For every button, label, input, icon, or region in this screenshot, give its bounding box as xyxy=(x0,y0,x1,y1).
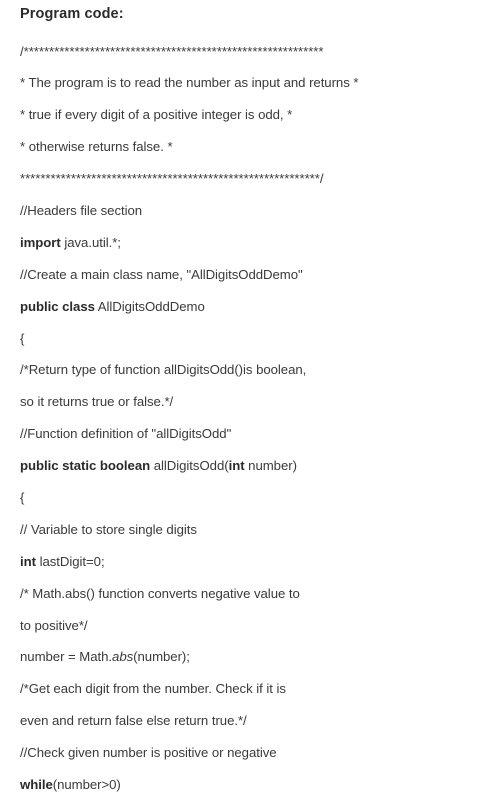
code-segment: public static boolean xyxy=(20,458,151,474)
code-line-comment-get-digit-1: /*Get each digit from the number. Check … xyxy=(20,673,482,705)
code-segment: int xyxy=(20,553,36,569)
code-segment: //Headers file section xyxy=(20,202,143,218)
code-segment: /* Math.abs() function converts negative… xyxy=(20,585,300,601)
code-segment: public class xyxy=(20,298,95,314)
code-segment: * otherwise returns false. * xyxy=(20,139,173,155)
code-segment: //Create a main class name, "AllDigitsOd… xyxy=(20,266,303,282)
code-segment: number) xyxy=(244,458,297,474)
code-line-assign-number-abs: number = Math.abs(number); xyxy=(20,641,482,673)
code-segment: ****************************************… xyxy=(23,43,324,59)
code-line-import-statement: import java.util.*; xyxy=(20,227,482,259)
code-segment: (number>0) xyxy=(52,776,121,792)
code-listing: /***************************************… xyxy=(20,36,482,801)
code-line-class-declaration: public class AllDigitsOddDemo xyxy=(20,291,482,323)
code-segment: //Function definition of "allDigitsOdd" xyxy=(20,426,232,442)
code-line-declare-lastdigit: int lastDigit=0; xyxy=(20,546,482,578)
program-code-document: Program code: /*************************… xyxy=(0,0,500,792)
code-segment: so it returns true or false.*/ xyxy=(20,394,174,410)
code-segment: ****************************************… xyxy=(20,171,320,187)
code-line-comment-banner-close: ****************************************… xyxy=(20,163,482,195)
code-line-comment-desc-2: * true if every digit of a positive inte… xyxy=(20,99,482,131)
code-segment: java.util.*; xyxy=(60,234,121,250)
code-line-comment-return-type-2: so it returns true or false.*/ xyxy=(20,386,482,418)
code-segment: { xyxy=(20,330,25,346)
code-segment: //Check given number is positive or nega… xyxy=(20,745,277,761)
code-segment: to positive*/ xyxy=(20,617,88,633)
code-line-comment-check-sign: //Check given number is positive or nega… xyxy=(20,737,482,769)
code-segment: * true if every digit of a positive inte… xyxy=(20,107,293,123)
code-segment: * The program is to read the number as i… xyxy=(20,75,359,91)
code-segment: // Variable to store single digits xyxy=(20,521,197,537)
code-segment: { xyxy=(20,489,25,505)
code-segment: lastDigit=0; xyxy=(35,553,105,569)
code-line-comment-desc-3: * otherwise returns false. * xyxy=(20,131,482,163)
code-line-class-open-brace: { xyxy=(20,323,482,355)
code-segment: /*Get each digit from the number. Check … xyxy=(20,681,286,697)
code-line-while-statement: while(number>0) xyxy=(20,769,482,801)
code-segment: abs xyxy=(112,649,134,665)
code-segment: / xyxy=(319,171,324,187)
page-title: Program code: xyxy=(20,6,124,22)
code-line-comment-variable: // Variable to store single digits xyxy=(20,514,482,546)
code-line-comment-mathabs-2: to positive*/ xyxy=(20,610,482,642)
code-line-method-signature: public static boolean allDigitsOdd(int n… xyxy=(20,450,482,482)
code-segment: (number); xyxy=(133,649,190,665)
code-segment: int xyxy=(228,458,245,474)
code-segment: even and return false else return true.*… xyxy=(20,713,247,729)
code-line-comment-banner-open: /***************************************… xyxy=(20,36,482,68)
code-line-comment-create-class: //Create a main class name, "AllDigitsOd… xyxy=(20,259,482,291)
code-line-comment-desc-1: * The program is to read the number as i… xyxy=(20,67,482,99)
code-segment: allDigitsOdd( xyxy=(150,458,229,474)
code-line-comment-function-definition: //Function definition of "allDigitsOdd" xyxy=(20,418,482,450)
code-line-comment-return-type-1: /*Return type of function allDigitsOdd()… xyxy=(20,354,482,386)
code-segment: AllDigitsOddDemo xyxy=(94,298,205,314)
code-line-comment-mathabs-1: /* Math.abs() function converts negative… xyxy=(20,578,482,610)
code-line-comment-get-digit-2: even and return false else return true.*… xyxy=(20,705,482,737)
code-segment: /*Return type of function allDigitsOdd()… xyxy=(20,362,307,378)
code-line-comment-headers: //Headers file section xyxy=(20,195,482,227)
code-line-method-open-brace: { xyxy=(20,482,482,514)
code-segment: while xyxy=(20,776,53,792)
code-segment: number = Math. xyxy=(20,649,113,665)
code-segment: import xyxy=(20,234,61,250)
